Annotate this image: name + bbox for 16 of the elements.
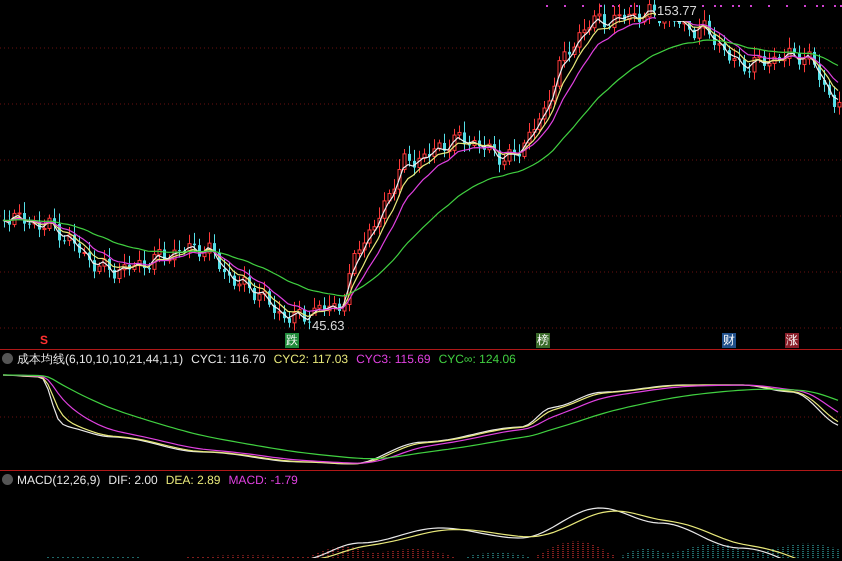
indicator-title: 成本均线(6,10,10,10,21,44,1,1) xyxy=(17,350,184,368)
collapse-icon[interactable] xyxy=(2,474,13,485)
event-marker[interactable]: 跌 xyxy=(285,333,299,348)
event-marker[interactable]: 榜 xyxy=(536,333,550,348)
event-marker[interactable]: 涨 xyxy=(785,333,799,348)
indicator-value: MACD: -1.79 xyxy=(228,472,298,488)
indicator-value: DIF: 2.00 xyxy=(108,472,158,488)
indicator-value: DEA: 2.89 xyxy=(166,472,220,488)
high-price-label: 153.77 xyxy=(656,1,698,20)
collapse-icon[interactable] xyxy=(2,353,13,364)
event-marker[interactable]: 财 xyxy=(722,333,736,348)
indicator-value: CYC3: 115.69 xyxy=(356,350,431,368)
indicator-value: CYC1: 116.70 xyxy=(191,350,266,368)
indicator-value: CYC∞: 124.06 xyxy=(438,350,516,368)
indicator-value: CYC2: 117.03 xyxy=(274,350,348,368)
indicator-title: MACD(12,26,9) xyxy=(17,472,100,488)
